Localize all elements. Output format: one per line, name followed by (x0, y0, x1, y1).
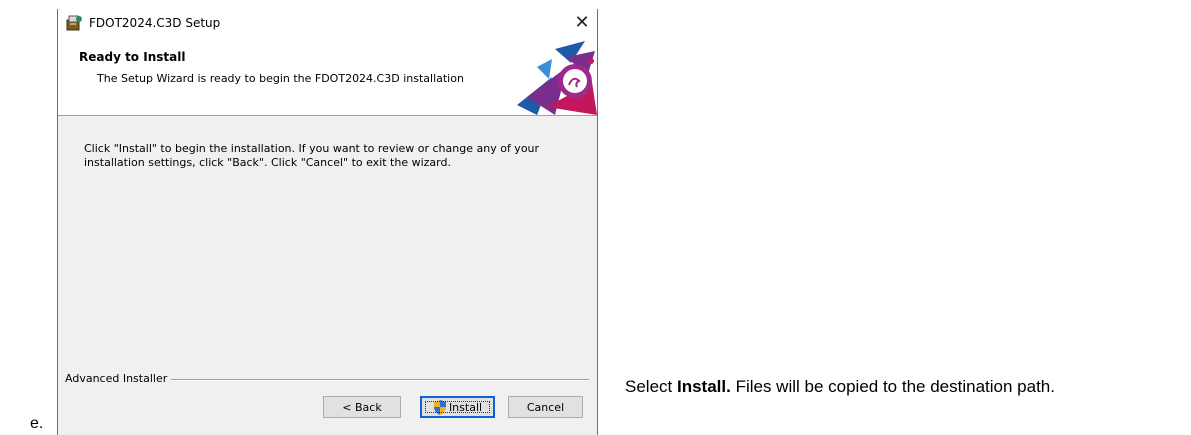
installer-banner-graphic-icon (497, 37, 597, 115)
instruction-bold: Install. (676, 377, 731, 396)
page-subtitle: The Setup Wizard is ready to begin the F… (97, 72, 464, 85)
step-instruction: Select Install. Files will be copied to … (625, 373, 1185, 401)
install-button-label: Install (448, 400, 483, 414)
page-title: Ready to Install (79, 50, 186, 64)
close-icon[interactable]: ✕ (567, 9, 597, 37)
instruction-prefix: Select (625, 377, 677, 396)
instructions-text: Click "Install" to begin the installatio… (84, 142, 540, 169)
instruction-suffix: Files will be copied to the destination … (730, 377, 1055, 396)
back-button[interactable]: < Back (323, 396, 401, 418)
cancel-button-label: Cancel (526, 400, 565, 414)
title-bar[interactable]: FDOT2024.C3D Setup ✕ (58, 9, 597, 37)
back-button-label: < Back (342, 400, 382, 414)
installer-app-icon (65, 14, 83, 32)
setup-dialog: FDOT2024.C3D Setup ✕ Ready to Install Th… (57, 9, 598, 435)
cancel-button[interactable]: Cancel (508, 396, 583, 418)
wizard-header: Ready to Install The Setup Wizard is rea… (58, 37, 597, 116)
window-title: FDOT2024.C3D Setup (89, 16, 221, 30)
footer-brand-label: Advanced Installer (65, 372, 172, 385)
install-button[interactable]: Install (420, 396, 495, 418)
uac-shield-icon (433, 399, 447, 415)
list-marker: e. (30, 415, 44, 432)
